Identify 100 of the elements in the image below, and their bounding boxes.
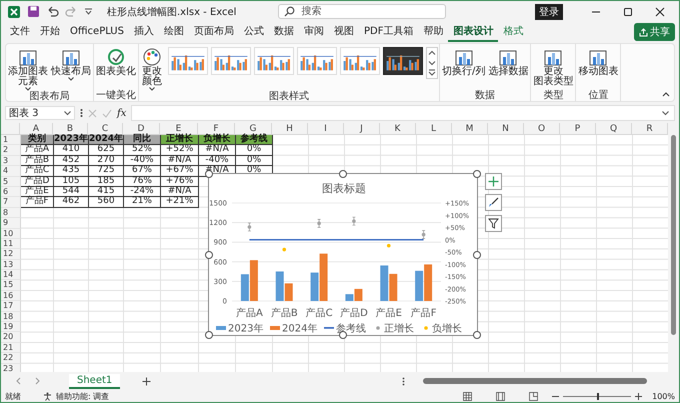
column-header[interactable]: N: [488, 123, 524, 135]
ribbon-button[interactable]: 更改 颜色: [140, 47, 164, 91]
column-header[interactable]: J: [344, 123, 380, 135]
chart-style-thumbnail[interactable]: [383, 47, 423, 75]
zoom-in-button[interactable]: [635, 392, 642, 400]
ribbon-tab[interactable]: 绘图: [158, 22, 189, 42]
next-sheet-icon[interactable]: [33, 377, 41, 385]
more-icon[interactable]: [428, 69, 436, 77]
search-icon: [284, 6, 296, 17]
row-header[interactable]: 16: [1, 290, 21, 302]
row-header[interactable]: 6: [1, 186, 21, 198]
ribbon-tab[interactable]: 开始: [35, 22, 65, 42]
row-header[interactable]: 4: [1, 166, 21, 177]
more-options-icon[interactable]: [80, 108, 83, 118]
ribbon-tab[interactable]: 文件: [5, 22, 35, 42]
legend-label: 参考线: [336, 322, 366, 334]
previous-sheet-icon[interactable]: [15, 377, 23, 385]
ribbon-tab[interactable]: 视图: [328, 22, 359, 42]
scroll-up-icon[interactable]: [428, 49, 436, 57]
row-header[interactable]: 1: [1, 135, 21, 146]
chart-styles-button[interactable]: [485, 194, 502, 211]
row-header[interactable]: 13: [1, 260, 21, 270]
page-break-icon[interactable]: [529, 392, 538, 400]
vertical-scrollbar[interactable]: [668, 123, 679, 372]
ribbon-button[interactable]: 添加图表 元素: [7, 47, 49, 91]
table-header-cell: 参考线: [236, 135, 273, 146]
row-header[interactable]: 20: [1, 332, 21, 343]
ribbon-tab[interactable]: 帮助: [418, 22, 448, 42]
column-header[interactable]: R: [632, 123, 668, 135]
row-header[interactable]: 7: [1, 197, 21, 208]
column-header[interactable]: B: [53, 123, 88, 135]
resize-handle[interactable]: [473, 331, 481, 339]
row-header[interactable]: 3: [1, 156, 21, 166]
row-header[interactable]: 17: [1, 301, 21, 312]
accessibility-status[interactable]: 辅助功能: 调查: [56, 390, 110, 402]
row-header[interactable]: 10: [1, 228, 21, 239]
normal-view-icon[interactable]: [463, 392, 472, 400]
caret-icon: [149, 87, 155, 91]
search-field[interactable]: 搜索: [278, 4, 446, 19]
ribbon-tab[interactable]: OfficePLUS: [65, 24, 129, 40]
row-header[interactable]: 15: [1, 280, 21, 291]
ribbon-button[interactable]: 切换行/列: [441, 47, 486, 77]
name-box[interactable]: 图表 3: [5, 106, 75, 120]
column-header[interactable]: H: [272, 123, 308, 135]
ribbon-tab[interactable]: 插入: [128, 22, 159, 42]
accessibility-icon[interactable]: [43, 392, 52, 400]
ribbon-tab[interactable]: 页面布局: [188, 22, 239, 42]
save-icon[interactable]: [27, 5, 40, 18]
collapse-ribbon-icon[interactable]: [662, 91, 670, 97]
expand-caret-icon[interactable]: [662, 110, 669, 116]
column-header[interactable]: C: [88, 123, 123, 135]
resize-handle[interactable]: [205, 331, 213, 339]
ribbon-button[interactable]: 移动图表: [577, 47, 620, 77]
row-header[interactable]: 5: [1, 176, 21, 187]
formula-input[interactable]: [131, 105, 675, 121]
row-header[interactable]: 14: [1, 270, 21, 280]
ribbon-tab[interactable]: 审阅: [298, 22, 329, 42]
column-header[interactable]: Q: [596, 123, 632, 135]
column-header[interactable]: O: [524, 123, 560, 135]
row-header[interactable]: 18: [1, 312, 21, 322]
undo-icon[interactable]: [46, 5, 59, 18]
chart-filters-button[interactable]: [485, 215, 502, 232]
close-icon[interactable]: [655, 6, 665, 16]
row-header[interactable]: 21: [1, 342, 21, 354]
ribbon-button[interactable]: 图表美化: [95, 47, 137, 77]
column-header[interactable]: M: [452, 123, 488, 135]
row-header[interactable]: 9: [1, 218, 21, 229]
sign-in-button[interactable]: 登录: [535, 4, 563, 20]
insert-function-button[interactable]: fx: [117, 108, 126, 118]
scroll-down-icon[interactable]: [428, 59, 436, 67]
column-header[interactable]: I: [308, 123, 344, 135]
page-layout-icon[interactable]: [496, 392, 506, 400]
customize-caret-icon[interactable]: [84, 7, 93, 16]
add-sheet-icon[interactable]: [142, 376, 152, 386]
ribbon-tab[interactable]: 格式: [498, 22, 528, 42]
ribbon-tab[interactable]: 公式: [238, 22, 269, 42]
sheet-tab[interactable]: Sheet1: [69, 374, 120, 388]
row-header[interactable]: 22: [1, 353, 21, 364]
ribbon-button[interactable]: 更改 图表类型: [532, 47, 574, 87]
ribbon-tab[interactable]: PDF工具箱: [358, 22, 418, 42]
row-header[interactable]: 8: [1, 208, 21, 218]
column-header[interactable]: L: [416, 123, 452, 135]
more-options-icon[interactable]: [402, 376, 405, 386]
resize-handle[interactable]: [339, 170, 347, 178]
resize-handle[interactable]: [473, 250, 481, 258]
resize-handle[interactable]: [473, 170, 481, 178]
maximize-icon[interactable]: [623, 6, 633, 16]
ribbon-button[interactable]: 快速布局: [50, 47, 92, 81]
ribbon-tab[interactable]: 数据: [268, 22, 299, 42]
share-button[interactable]: 共享: [634, 23, 675, 41]
row-header[interactable]: 12: [1, 249, 21, 260]
column-header[interactable]: K: [380, 123, 416, 135]
ribbon-button[interactable]: 选择数据: [487, 47, 530, 77]
row-header[interactable]: 11: [1, 238, 21, 250]
column-header[interactable]: P: [560, 123, 596, 135]
row-header[interactable]: 2: [1, 145, 21, 156]
resize-handle[interactable]: [205, 250, 213, 258]
legend-item: 2023年: [216, 324, 264, 334]
row-header[interactable]: 19: [1, 322, 21, 332]
zoom-level[interactable]: 100%: [652, 392, 675, 400]
